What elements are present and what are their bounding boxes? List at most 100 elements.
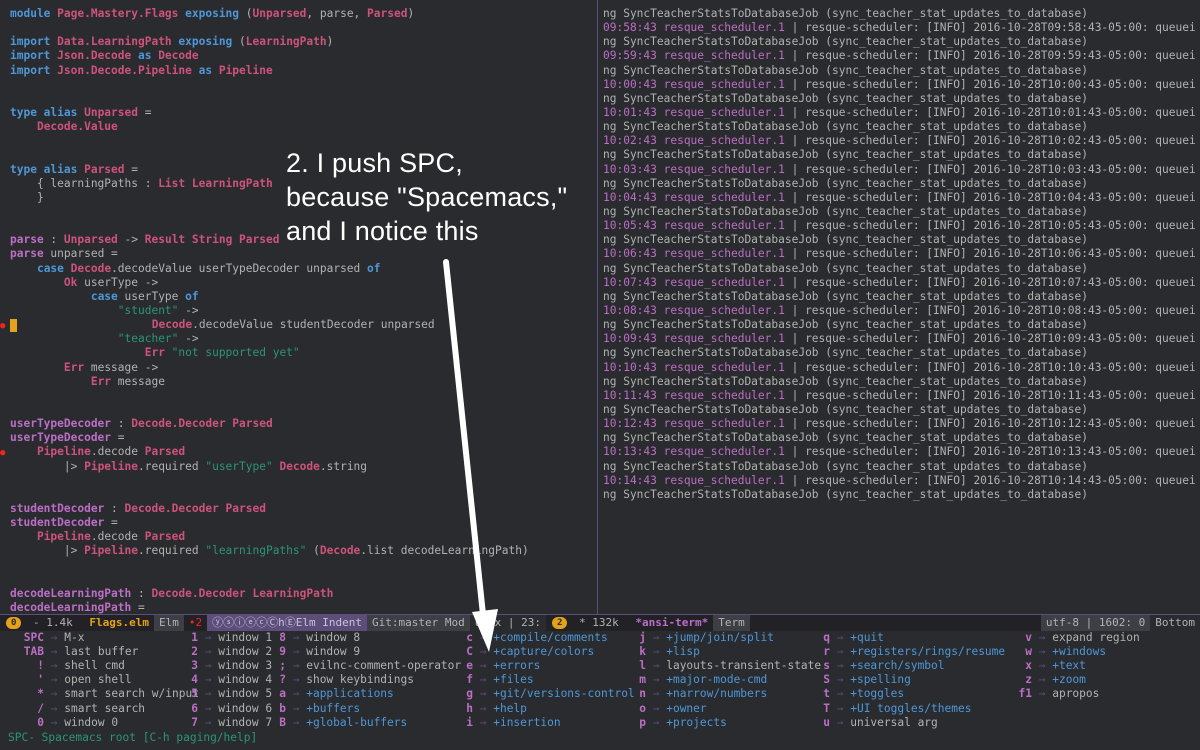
which-key-entry[interactable]: g → +git/versions-control — [463, 687, 634, 701]
which-key-entry[interactable]: C → +capture/colors — [463, 645, 594, 659]
which-key-entry[interactable]: * → smart search w/input — [10, 687, 199, 701]
code-line[interactable] — [10, 92, 529, 106]
which-key-entry[interactable]: 9 → window 9 — [276, 645, 360, 659]
which-key-entry[interactable]: ? → show keybindings — [276, 673, 414, 687]
code-line[interactable]: import Json.Decode as Decode — [10, 49, 529, 63]
code-line[interactable]: parse unparsed = — [10, 247, 529, 261]
which-key-entry[interactable]: o → +owner — [636, 702, 706, 716]
editor-pane[interactable]: ● ● module Page.Mastery.Flags exposing (U… — [0, 0, 597, 614]
vc-status[interactable]: Git:master Mod — [367, 615, 470, 631]
code-line[interactable] — [10, 573, 529, 587]
which-key-entry[interactable]: j → +jump/join/split — [636, 631, 774, 645]
gutter-row — [0, 346, 10, 360]
code-line[interactable]: Err message -> — [10, 361, 529, 375]
code-line[interactable]: Pipeline.decode Parsed — [10, 445, 529, 459]
code-line[interactable]: "teacher" -> — [10, 332, 529, 346]
arrow-right-icon: → — [473, 715, 494, 729]
which-key-entry[interactable]: v → expand region — [1012, 631, 1140, 645]
code-line[interactable]: userTypeDecoder = — [10, 431, 529, 445]
which-key-entry[interactable]: n → +narrow/numbers — [636, 687, 767, 701]
which-key-entry[interactable]: B → +global-buffers — [276, 716, 407, 730]
which-key-entry[interactable]: 0 → window 0 — [10, 716, 118, 730]
code-line[interactable] — [10, 488, 529, 502]
code-line[interactable]: studentDecoder = — [10, 516, 529, 530]
code-line[interactable]: decodeLearningPath = — [10, 601, 529, 614]
code-line[interactable]: Err message — [10, 375, 529, 389]
code-line[interactable]: import Data.LearningPath exposing (Learn… — [10, 35, 529, 49]
which-key-entry[interactable]: b → +buffers — [276, 702, 360, 716]
error-marker-icon[interactable]: ● — [0, 321, 5, 331]
terminal-output[interactable]: ng SyncTeacherStatsToDatabaseJob (sync_t… — [603, 7, 1196, 502]
code-line[interactable]: type alias Unparsed = — [10, 106, 529, 120]
code-line[interactable]: Ok userType -> — [10, 276, 529, 290]
which-key-entry[interactable]: h → +help — [463, 702, 527, 716]
code-line[interactable]: Decode.Value — [10, 120, 529, 134]
which-key-entry[interactable]: / → smart search — [10, 702, 145, 716]
which-key-entry[interactable]: m → +major-mode-cmd — [636, 673, 767, 687]
code-line[interactable] — [10, 558, 529, 572]
major-mode[interactable]: Term — [713, 615, 750, 631]
which-key-entry[interactable]: f → +files — [463, 673, 533, 687]
which-key-entry[interactable]: ; → evilnc-comment-operator — [276, 659, 461, 673]
code-line[interactable]: userTypeDecoder : Decode.Decoder Parsed — [10, 417, 529, 431]
which-key-entry[interactable]: T → +UI toggles/themes — [820, 702, 971, 716]
code-line[interactable]: Decode.decodeValue studentDecoder unpars… — [10, 318, 529, 332]
error-count[interactable]: •2 — [184, 615, 207, 631]
which-key-entry[interactable]: f1 → apropos — [1012, 687, 1100, 701]
which-key-entry[interactable]: 6 → window 6 — [188, 702, 272, 716]
which-key-entry[interactable]: ! → shell cmd — [10, 659, 125, 673]
code-line[interactable] — [10, 21, 529, 35]
which-key-entry[interactable]: s → +search/symbol — [820, 659, 944, 673]
code-line[interactable]: import Json.Decode.Pipeline as Pipeline — [10, 64, 529, 78]
which-key-entry[interactable]: 3 → window 3 — [188, 659, 272, 673]
which-key-entry[interactable]: u → universal arg — [820, 716, 938, 730]
code-line[interactable]: |> Pipeline.required "userType" Decode.s… — [10, 460, 529, 474]
code-line[interactable]: Pipeline.decode Parsed — [10, 530, 529, 544]
minor-modes[interactable]: ⓨⓢⓘⓔⓒⒸhⒺElm Indent — [207, 615, 367, 631]
buffer-name[interactable]: *ansi-term* — [630, 615, 713, 631]
code-line[interactable] — [10, 78, 529, 92]
which-key-entry[interactable]: e → +errors — [463, 659, 540, 673]
which-key-entry[interactable]: k → +lisp — [636, 645, 700, 659]
window-number-badge[interactable]: 2 — [551, 617, 568, 629]
which-key-entry[interactable]: p → +projects — [636, 716, 727, 730]
which-key-entry[interactable]: 2 → window 2 — [188, 645, 272, 659]
which-key-entry[interactable]: SPC → M-x — [10, 631, 85, 645]
which-key-entry[interactable]: c → +compile/comments — [463, 631, 607, 645]
which-key-entry[interactable]: x → +text — [1012, 659, 1086, 673]
which-key-entry[interactable]: 8 → window 8 — [276, 631, 360, 645]
which-key-entry[interactable]: q → +quit — [820, 631, 884, 645]
which-key-entry[interactable]: 7 → window 7 — [188, 716, 272, 730]
major-mode[interactable]: Elm — [154, 615, 184, 631]
which-key-entry[interactable]: 1 → window 1 — [188, 631, 272, 645]
window-number-badge[interactable]: 0 — [6, 617, 22, 629]
which-key-entry[interactable]: S → +spelling — [820, 673, 911, 687]
which-key-entry[interactable]: a → +applications — [276, 687, 394, 701]
code-line[interactable]: "student" -> — [10, 304, 529, 318]
which-key-entry[interactable]: r → +registers/rings/resume — [820, 645, 1005, 659]
which-key-entry[interactable]: 4 → window 4 — [188, 673, 272, 687]
code-line[interactable]: studentDecoder : Decode.Decoder Parsed — [10, 502, 529, 516]
terminal-pane[interactable]: ng SyncTeacherStatsToDatabaseJob (sync_t… — [598, 0, 1200, 614]
which-key-entry[interactable]: t → +toggles — [820, 687, 904, 701]
code-line[interactable]: decodeLearningPath : Decode.Decoder Lear… — [10, 587, 529, 601]
code-line[interactable]: case Decode.decodeValue userTypeDecoder … — [10, 262, 529, 276]
which-key-entry[interactable]: z → +zoom — [1012, 673, 1086, 687]
code-line[interactable]: |> Pipeline.required "learningPaths" (De… — [10, 544, 529, 558]
which-key-entry[interactable]: ' → open shell — [10, 673, 131, 687]
code-token: = — [131, 600, 145, 614]
which-key-entry[interactable]: w → +windows — [1012, 645, 1106, 659]
code-line[interactable] — [10, 389, 529, 403]
which-key-entry[interactable]: i → +insertion — [463, 715, 560, 730]
code-line[interactable] — [10, 474, 529, 488]
code-line[interactable]: Err "not supported yet" — [10, 346, 529, 360]
code-line[interactable]: module Page.Mastery.Flags exposing (Unpa… — [10, 7, 529, 21]
which-key-entry[interactable]: TAB → last buffer — [10, 645, 139, 659]
buffer-name[interactable]: Flags.elm — [84, 615, 154, 631]
code-line[interactable] — [10, 403, 529, 417]
error-marker-icon[interactable]: ● — [0, 448, 5, 458]
which-key-entry[interactable]: 5 → window 5 — [188, 687, 272, 701]
code-line[interactable]: case userType of — [10, 290, 529, 304]
which-key-entry[interactable]: l → layouts-transient-state — [636, 659, 821, 673]
code-area[interactable]: module Page.Mastery.Flags exposing (Unpa… — [10, 7, 529, 614]
